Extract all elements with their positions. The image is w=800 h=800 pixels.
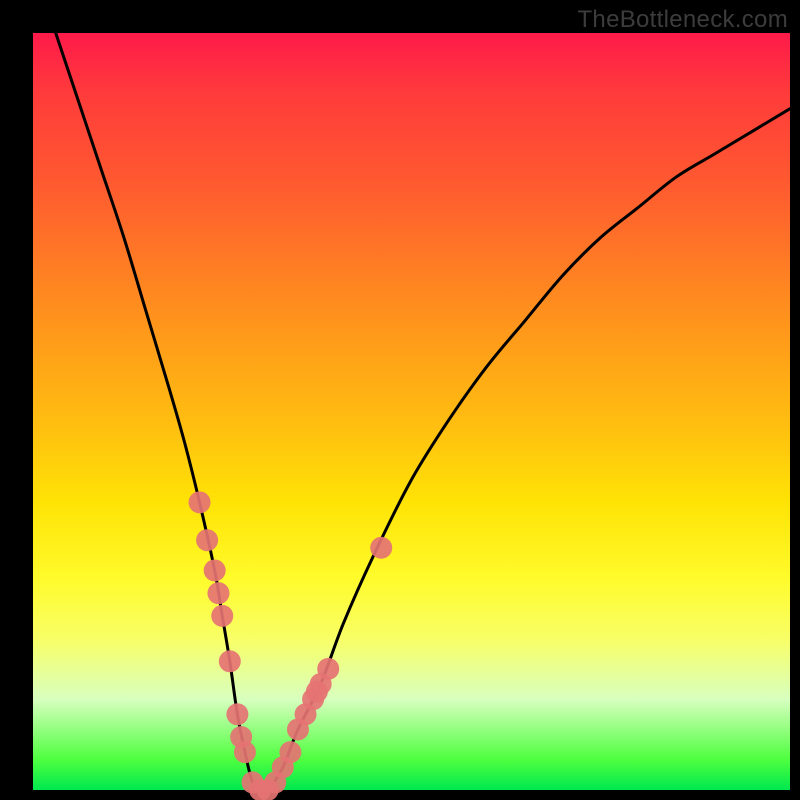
plot-area xyxy=(33,33,790,790)
curve-group xyxy=(56,33,790,792)
data-point xyxy=(189,491,211,513)
watermark-text: TheBottleneck.com xyxy=(577,6,788,34)
data-point xyxy=(279,741,301,763)
curve-line xyxy=(56,33,790,792)
data-point xyxy=(196,529,218,551)
data-point xyxy=(234,741,256,763)
data-point xyxy=(204,559,226,581)
data-point xyxy=(207,582,229,604)
data-point xyxy=(219,650,241,672)
data-point xyxy=(226,703,248,725)
data-point xyxy=(211,605,233,627)
bottleneck-curve xyxy=(33,33,790,790)
chart-frame: TheBottleneck.com xyxy=(0,0,800,800)
data-point xyxy=(370,537,392,559)
data-point xyxy=(317,658,339,680)
points-group xyxy=(189,491,393,800)
